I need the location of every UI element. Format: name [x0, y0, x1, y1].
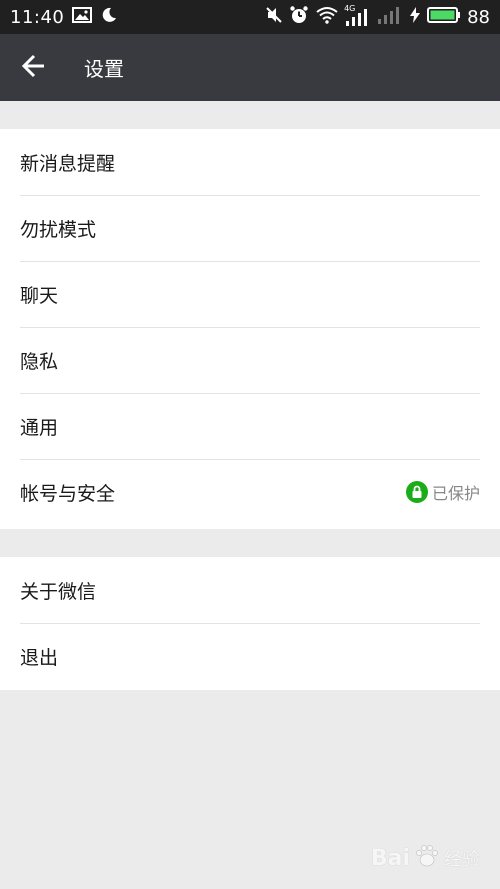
settings-item-label: 勿扰模式: [20, 218, 97, 241]
app-bar: 设置: [0, 34, 500, 101]
settings-group-main: 新消息提醒 勿扰模式 聊天 隐私 通用 帐号与安全 已保护: [0, 129, 500, 529]
account-protection-status: 已保护: [405, 480, 480, 504]
settings-item-do-not-disturb[interactable]: 勿扰模式: [0, 195, 500, 261]
watermark-suffix: 经验: [444, 849, 480, 870]
settings-item-about-wechat[interactable]: 关于微信: [0, 557, 500, 623]
baidu-watermark: Bai 经验: [371, 843, 480, 873]
battery-level: 88: [467, 6, 490, 28]
settings-item-label: 新消息提醒: [20, 152, 116, 175]
moon-icon: [100, 6, 118, 28]
charging-icon: [409, 6, 421, 28]
settings-item-label: 退出: [20, 646, 59, 669]
settings-group-other: 关于微信 退出: [0, 557, 500, 690]
image-icon: [72, 7, 93, 27]
settings-item-account-security[interactable]: 帐号与安全 已保护: [0, 459, 500, 525]
lock-icon: [405, 481, 428, 503]
signal-icon: 4G: [344, 4, 371, 27]
settings-item-label: 聊天: [20, 284, 59, 307]
settings-item-new-message-alerts[interactable]: 新消息提醒: [0, 129, 500, 195]
status-left: 11:40: [10, 6, 118, 28]
arrow-left-icon: [21, 53, 47, 83]
settings-item-chats[interactable]: 聊天: [0, 261, 500, 327]
page-title: 设置: [84, 57, 124, 81]
settings-item-logout[interactable]: 退出: [0, 623, 500, 689]
status-time: 11:40: [10, 6, 65, 28]
paw-icon: [414, 843, 440, 873]
wifi-icon: [315, 6, 339, 28]
status-bar: 11:40 4G 88: [0, 0, 500, 34]
watermark-brand: Bai: [370, 845, 410, 871]
network-badge: 4G: [344, 4, 356, 13]
settings-item-label: 关于微信: [20, 580, 97, 603]
protection-status-text: 已保护: [431, 484, 480, 503]
signal-icon-2: [377, 5, 403, 29]
settings-item-label: 隐私: [20, 350, 59, 373]
settings-item-label: 帐号与安全: [20, 482, 116, 505]
settings-item-privacy[interactable]: 隐私: [0, 327, 500, 393]
settings-item-label: 通用: [20, 416, 59, 439]
status-right: 4G 88: [265, 4, 490, 29]
back-button[interactable]: [0, 34, 68, 101]
alarm-icon: [289, 5, 309, 29]
battery-icon: [427, 6, 461, 28]
settings-item-general[interactable]: 通用: [0, 393, 500, 459]
mute-icon: [265, 6, 283, 28]
